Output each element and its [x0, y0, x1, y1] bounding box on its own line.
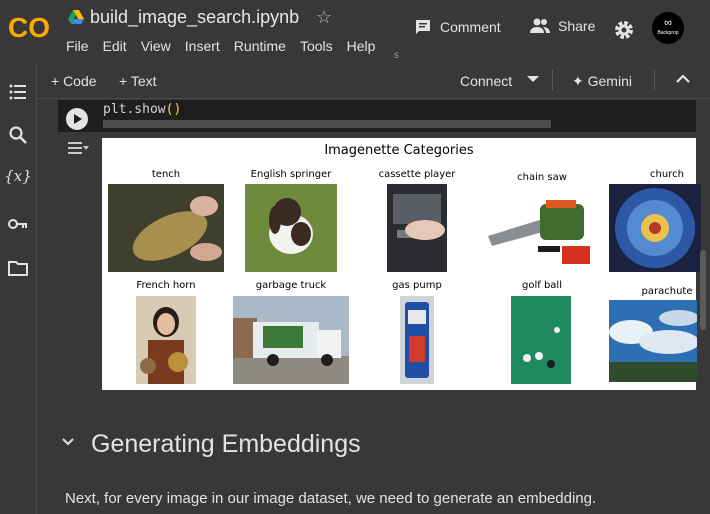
variables-icon[interactable]: {x}	[4, 167, 32, 187]
image-chain-saw	[484, 184, 600, 272]
avatar-logo: ∞	[664, 17, 672, 29]
gemini-label: Gemini	[587, 73, 632, 89]
category-label-gas-pump: gas pump	[392, 280, 442, 291]
add-code-button[interactable]: + Code	[51, 73, 97, 89]
menu-runtime[interactable]: Runtime	[234, 38, 286, 54]
image-gas-pump	[400, 296, 434, 384]
category-label-tench: tench	[151, 169, 181, 180]
svg-text:CO: CO	[8, 12, 50, 43]
category-label-english-springer: English springer	[250, 169, 332, 180]
image-parachute	[609, 300, 697, 382]
code-line[interactable]: plt.show()	[103, 102, 181, 117]
star-icon[interactable]: ☆	[316, 7, 332, 28]
menu-help[interactable]: Help	[347, 38, 376, 54]
files-folder-icon[interactable]	[8, 258, 28, 278]
search-icon[interactable]	[8, 125, 28, 145]
category-label-cassette-player: cassette player	[378, 169, 456, 180]
menu-edit[interactable]: Edit	[103, 38, 127, 54]
avatar-text: Backprop	[657, 30, 679, 36]
share-button[interactable]: Share	[530, 18, 595, 34]
image-church	[609, 184, 701, 272]
connect-button[interactable]: Connect	[460, 73, 512, 89]
gear-icon[interactable]	[613, 19, 635, 41]
output-toggle-icon[interactable]	[66, 140, 90, 156]
secrets-key-icon[interactable]	[8, 214, 28, 234]
toolbar-divider	[552, 70, 553, 90]
category-label-parachute: parachute	[641, 286, 693, 297]
page-vertical-scrollbar[interactable]	[700, 250, 706, 330]
category-label-french-horn: French horn	[136, 280, 196, 291]
table-of-contents-icon[interactable]	[8, 82, 28, 102]
connect-dropdown-icon[interactable]	[527, 76, 539, 82]
category-label-garbage-truck: garbage truck	[255, 280, 327, 291]
chevron-up-icon[interactable]	[674, 70, 692, 88]
section-heading: Generating Embeddings	[91, 430, 361, 458]
people-icon	[530, 18, 550, 33]
figure-title: Imagenette Categories	[324, 143, 474, 158]
comment-label: Comment	[440, 19, 501, 35]
code-parens: ()	[165, 102, 182, 117]
share-label: Share	[558, 18, 596, 34]
output-figure: Imagenette Categories tench English spri…	[102, 138, 701, 390]
colab-logo[interactable]: CO	[8, 10, 54, 44]
code-horizontal-scrollbar[interactable]	[103, 120, 551, 128]
menu-insert[interactable]: Insert	[185, 38, 220, 54]
notebook-toolbar: + Code + Text Connect ✦ Gemini	[37, 62, 710, 99]
toolbar-divider	[654, 70, 655, 90]
chevron-down-icon[interactable]	[60, 434, 76, 450]
save-status-fragment: s	[394, 50, 399, 61]
gemini-button[interactable]: ✦ Gemini	[572, 73, 632, 90]
code-text: plt.show	[103, 102, 166, 117]
section-body-text: Next, for every image in our image datas…	[65, 490, 597, 507]
notebook-title[interactable]: build_image_search.ipynb	[90, 7, 299, 28]
menu-bar: File Edit View Insert Runtime Tools Help	[66, 38, 389, 54]
image-cassette-player	[387, 184, 447, 272]
category-label-golf-ball: golf ball	[522, 280, 562, 291]
image-french-horn	[136, 296, 196, 384]
comment-button[interactable]: Comment	[414, 18, 501, 36]
image-english-springer	[245, 184, 337, 272]
play-icon	[74, 114, 82, 124]
menu-tools[interactable]: Tools	[300, 38, 333, 54]
category-label-chain-saw: chain saw	[517, 172, 567, 183]
account-avatar[interactable]: ∞ Backprop	[652, 12, 684, 44]
gemini-sparkle-icon: ✦	[572, 73, 584, 89]
add-text-button[interactable]: + Text	[119, 73, 157, 89]
drive-icon[interactable]	[68, 9, 84, 25]
image-garbage-truck	[233, 296, 349, 384]
image-tench	[108, 184, 224, 272]
menu-view[interactable]: View	[141, 38, 171, 54]
menu-file[interactable]: File	[66, 38, 89, 54]
image-golf-ball	[511, 296, 571, 384]
category-label-church: church	[650, 169, 684, 180]
left-sidebar: {x}	[0, 62, 37, 514]
comment-icon	[416, 20, 430, 34]
